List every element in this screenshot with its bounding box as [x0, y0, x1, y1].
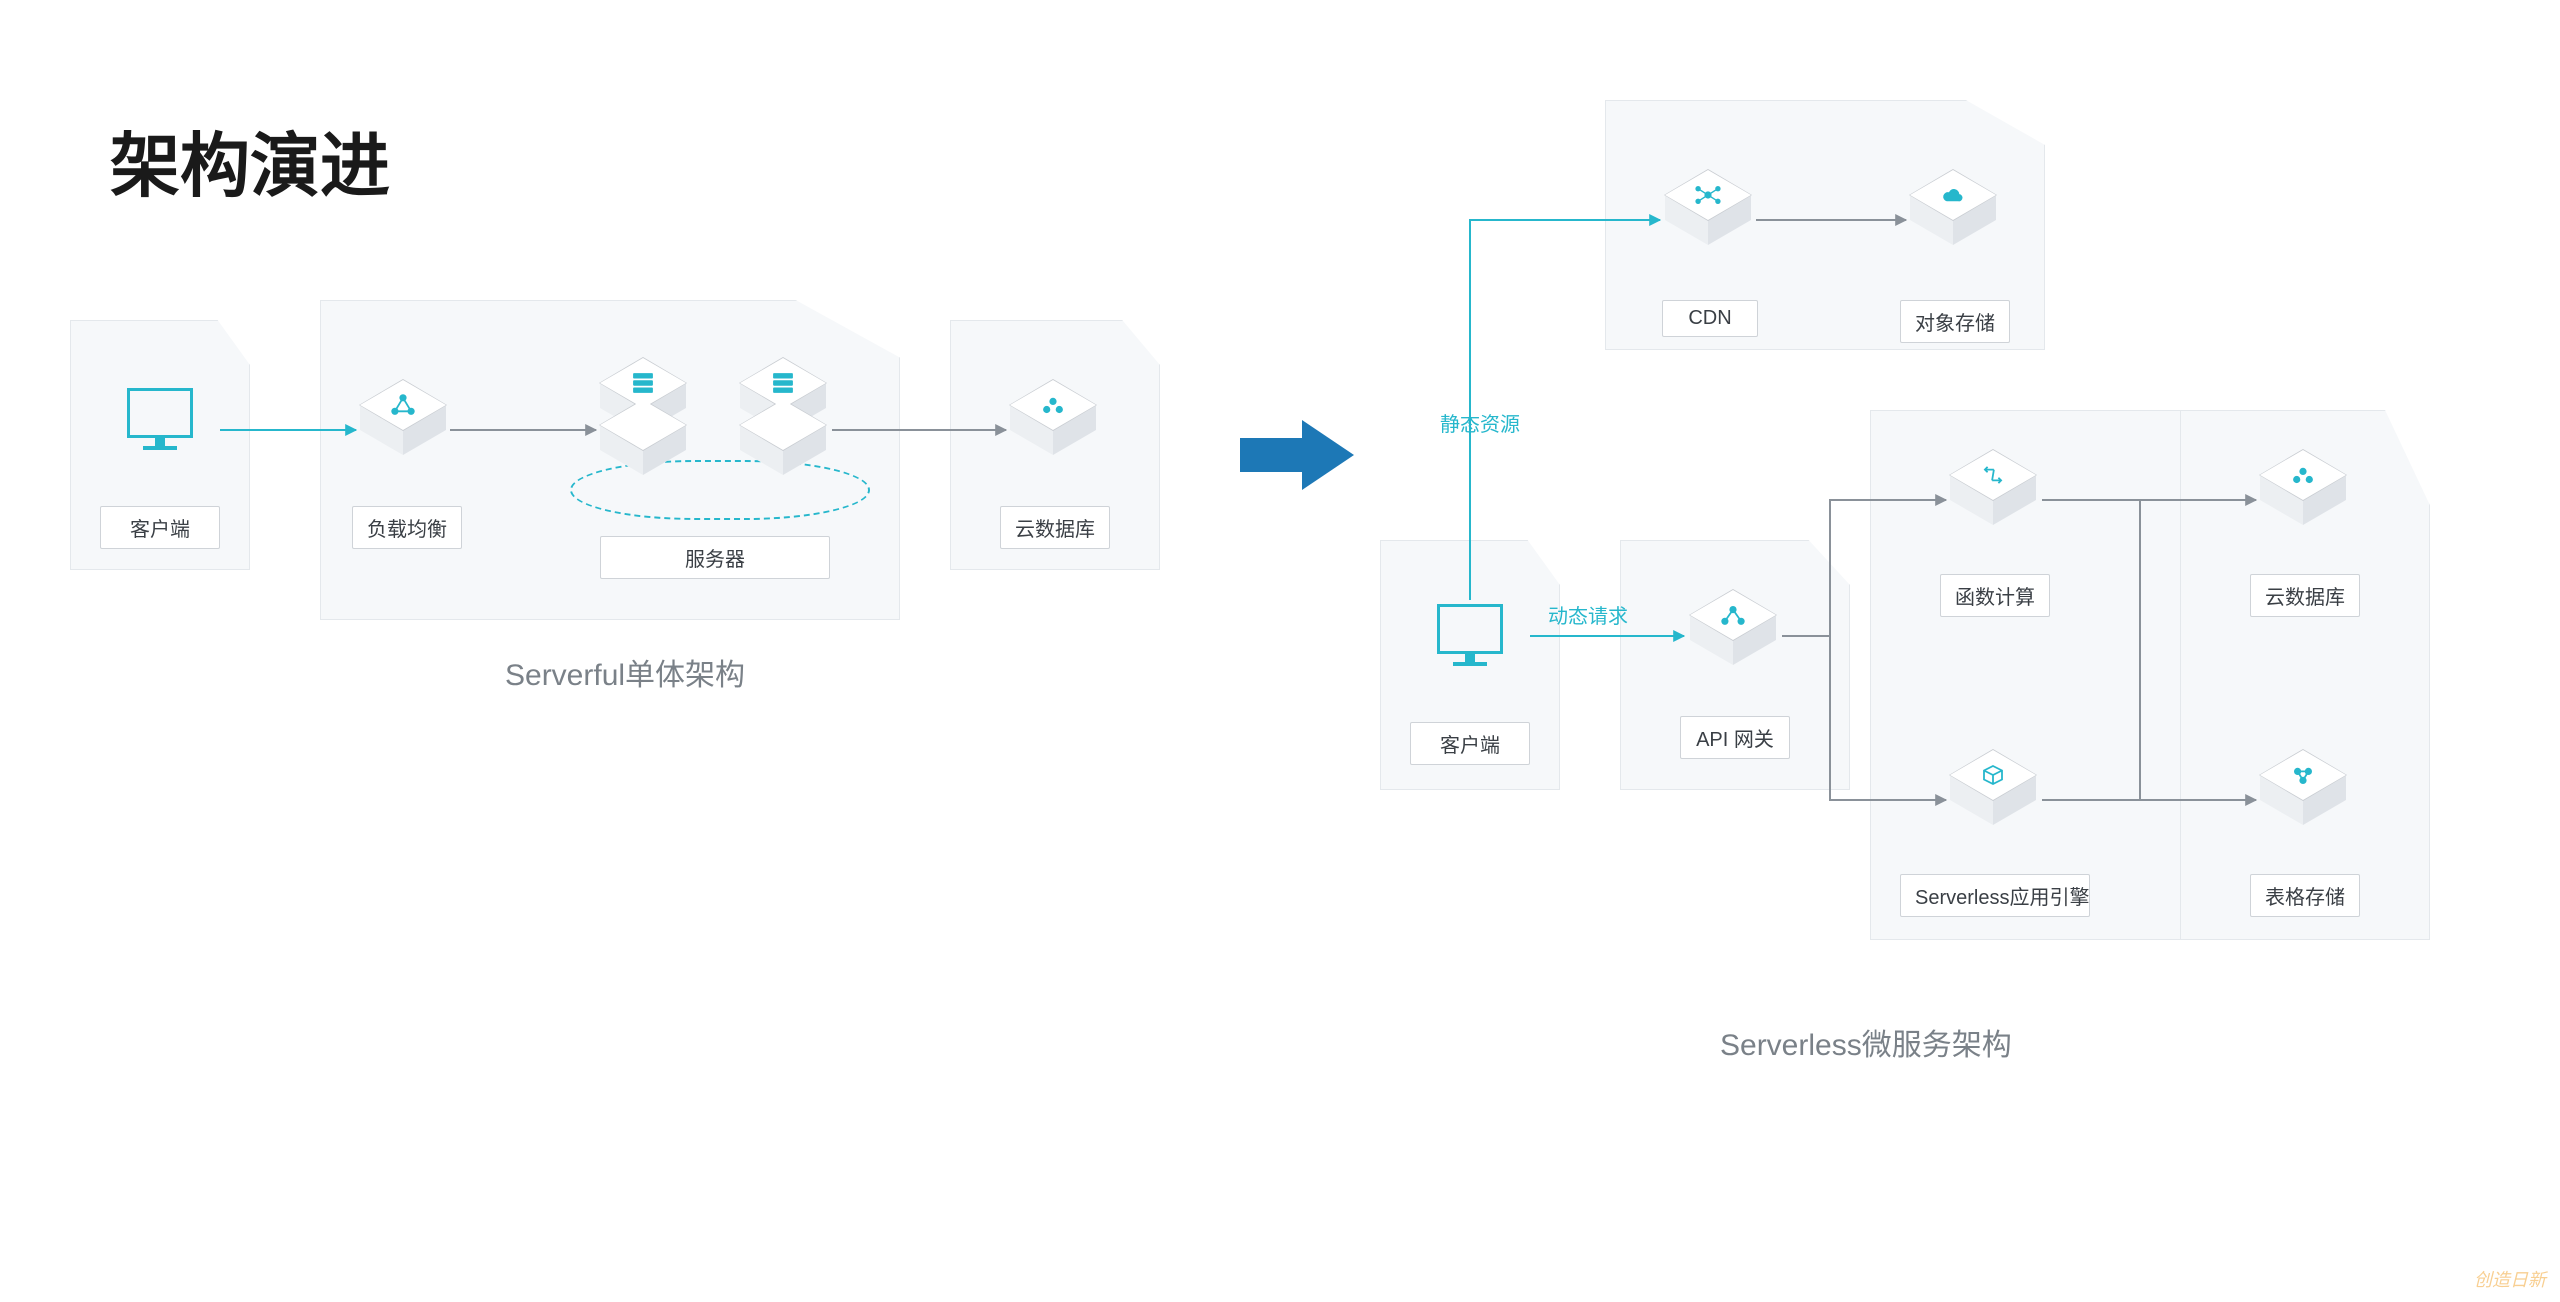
watermark: 创造日新: [2474, 1266, 2546, 1292]
ots-label: 表格存储: [2250, 874, 2360, 917]
fc-node: [1950, 450, 2036, 550]
rds-node: [2260, 450, 2346, 550]
client-icon: [120, 388, 200, 450]
client-label: 客户端: [100, 506, 220, 549]
cdn-label: CDN: [1662, 300, 1758, 337]
cdn-node: [1665, 170, 1751, 270]
oss-node: [1910, 170, 1996, 270]
lb-node: [360, 380, 446, 480]
db-label: 云数据库: [1000, 506, 1110, 549]
client-r-icon: [1430, 604, 1510, 666]
fc-label: 函数计算: [1940, 574, 2050, 617]
api-node: [1690, 590, 1776, 690]
oss-label: 对象存储: [1900, 300, 2010, 343]
right-subtitle: Serverless微服务架构: [1720, 1020, 2012, 1064]
left-subtitle: Serverful单体架构: [505, 650, 745, 694]
server-label: 服务器: [600, 536, 830, 579]
lb-label: 负载均衡: [352, 506, 462, 549]
client-r-label: 客户端: [1410, 722, 1530, 765]
edge-dynamic-label: 动态请求: [1548, 600, 1628, 629]
ots-node: [2260, 750, 2346, 850]
evolution-arrow-icon: [1240, 420, 1360, 490]
sae-node: [1950, 750, 2036, 850]
sae-label: Serverless应用引擎: [1900, 874, 2090, 917]
edge-static-label: 静态资源: [1440, 408, 1520, 437]
db-node: [1010, 380, 1096, 480]
api-label: API 网关: [1680, 716, 1790, 759]
page-title: 架构演进: [110, 110, 390, 211]
rds-label: 云数据库: [2250, 574, 2360, 617]
